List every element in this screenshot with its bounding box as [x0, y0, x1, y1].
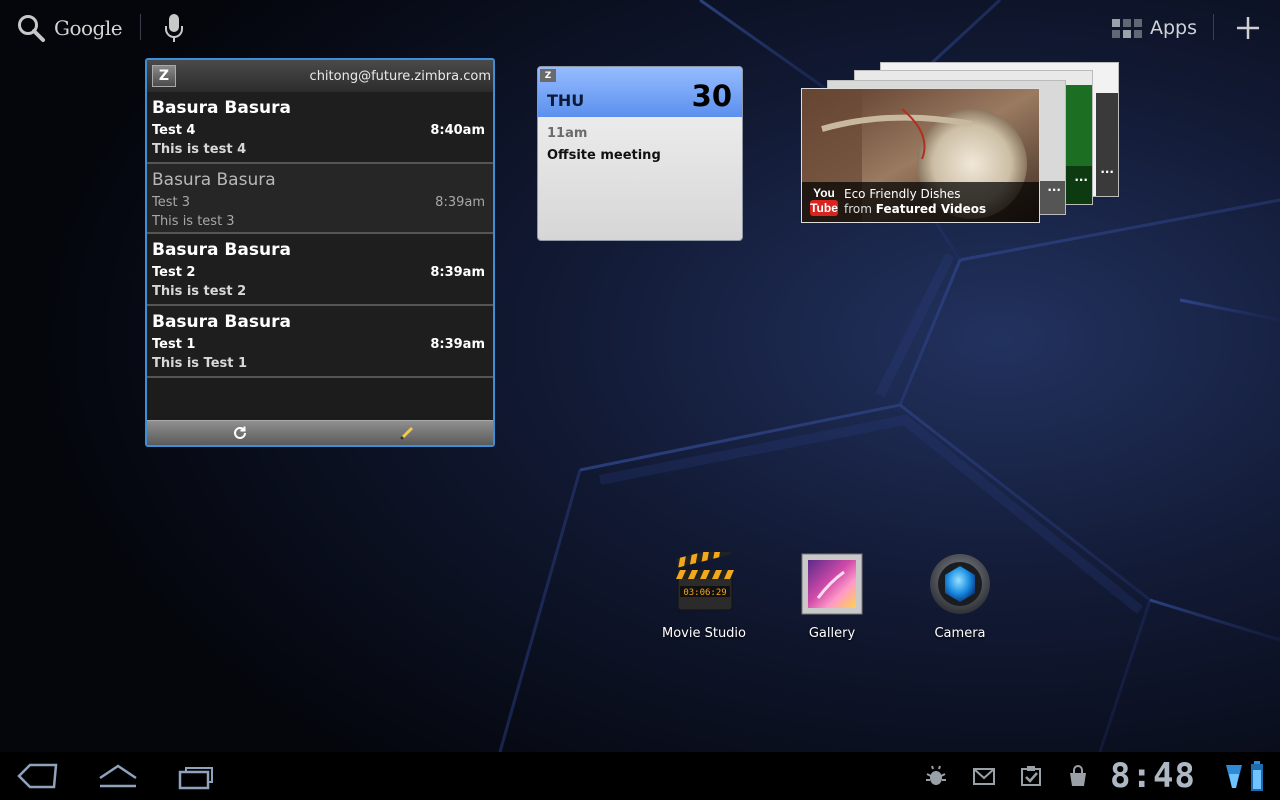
- shortcut-movie-studio[interactable]: 03:06:29 Movie Studio: [649, 545, 759, 642]
- mail-time: 8:39am: [435, 195, 485, 210]
- tasks-icon[interactable]: [1019, 764, 1043, 788]
- clock[interactable]: 8:48: [1110, 756, 1196, 796]
- mail-sender: Basura Basura: [152, 98, 291, 118]
- top-bar: Google Apps: [0, 0, 1280, 56]
- youtube-widget[interactable]: ... ... ... You Tube Eco Friendly Dishes…: [800, 62, 1122, 226]
- mail-widget-header: Z chitong@future.zimbra.com: [147, 60, 493, 92]
- camera-icon: [930, 554, 990, 614]
- mail-time: 8:39am: [430, 265, 485, 280]
- calendar-day: THU: [547, 91, 585, 110]
- zimbra-logo-icon: Z: [152, 65, 176, 87]
- event-time: 11am: [547, 126, 588, 141]
- market-icon[interactable]: [1066, 764, 1090, 788]
- event-title[interactable]: Offsite meeting: [547, 148, 661, 163]
- shortcut-camera[interactable]: Camera: [905, 552, 1015, 642]
- video-channel: Featured Videos: [875, 202, 987, 216]
- apps-grid-icon: [1112, 18, 1142, 38]
- youtube-logo-icon: You Tube: [810, 186, 838, 218]
- microphone-icon: [165, 14, 183, 42]
- voice-search-button[interactable]: [160, 10, 188, 46]
- google-search-label: Google: [54, 16, 123, 40]
- shortcut-label: Camera: [934, 626, 986, 641]
- mail-account: chitong@future.zimbra.com: [309, 68, 491, 84]
- apps-label: Apps: [1150, 17, 1198, 39]
- mail-subject: Test 1: [152, 337, 196, 352]
- gallery-icon: [801, 553, 863, 615]
- plus-icon: [1237, 17, 1259, 39]
- compose-pencil-icon[interactable]: [398, 424, 416, 442]
- mail-item[interactable]: Basura Basura Test 1 8:39am This is Test…: [147, 306, 493, 378]
- video-title: Eco Friendly Dishes: [844, 187, 961, 201]
- mail-sender: Basura Basura: [152, 312, 291, 332]
- calendar-date: 30: [691, 79, 732, 113]
- zimbra-logo-icon: Z: [540, 69, 556, 82]
- mail-preview: This is test 2: [152, 284, 247, 299]
- wifi-icon[interactable]: [1224, 762, 1244, 790]
- apps-button[interactable]: Apps: [1112, 12, 1197, 44]
- youtube-logo-you: You: [813, 186, 835, 200]
- zimbra-mail-widget[interactable]: Z chitong@future.zimbra.com Basura Basur…: [145, 58, 495, 447]
- refresh-icon[interactable]: [231, 424, 249, 442]
- video-source-prefix: from: [844, 202, 872, 216]
- shortcut-gallery[interactable]: Gallery: [777, 552, 887, 642]
- divider: [1213, 14, 1214, 40]
- mail-subject: Test 2: [152, 265, 196, 280]
- mail-item[interactable]: Basura Basura Test 2 8:39am This is test…: [147, 234, 493, 306]
- mail-preview: This is Test 1: [152, 356, 248, 371]
- video-card-front[interactable]: You Tube Eco Friendly Dishes from Featur…: [801, 88, 1040, 223]
- shortcut-label: Movie Studio: [661, 626, 746, 641]
- debug-icon[interactable]: [924, 764, 948, 788]
- mail-sender: Basura Basura: [152, 240, 291, 260]
- mail-time: 8:40am: [430, 123, 485, 138]
- recent-apps-button[interactable]: [176, 760, 220, 792]
- mail-item[interactable]: Basura Basura Test 4 8:40am This is test…: [147, 92, 493, 164]
- video-title-ellipsis: ...: [1100, 162, 1114, 176]
- mail-list-empty-area: [147, 378, 493, 419]
- gmail-icon[interactable]: [972, 764, 996, 788]
- add-widget-button[interactable]: [1232, 12, 1264, 44]
- home-button[interactable]: [96, 760, 140, 792]
- battery-icon[interactable]: [1250, 760, 1264, 792]
- mail-time: 8:39am: [430, 337, 485, 352]
- mail-subject: Test 3: [152, 195, 191, 210]
- google-search-button[interactable]: Google: [16, 12, 123, 44]
- youtube-logo-tube: Tube: [810, 200, 838, 216]
- search-icon: [18, 15, 45, 42]
- video-title-ellipsis: ...: [1047, 180, 1061, 194]
- system-bar: 8:48: [0, 752, 1280, 800]
- mail-subject: Test 4: [152, 123, 196, 138]
- mail-sender: Basura Basura: [152, 170, 276, 190]
- calendar-header: Z THU 30: [538, 67, 742, 117]
- video-source: from Featured Videos: [844, 202, 986, 217]
- mail-item[interactable]: Basura Basura Test 3 8:39am This is test…: [147, 164, 493, 234]
- movie-studio-icon: 03:06:29: [676, 545, 734, 611]
- shortcut-label: Gallery: [808, 626, 856, 641]
- clapper-timecode: 03:06:29: [683, 588, 726, 598]
- video-title-ellipsis: ...: [1074, 170, 1088, 184]
- mail-widget-toolbar: [147, 420, 493, 445]
- back-button[interactable]: [16, 760, 60, 792]
- mail-preview: This is test 4: [152, 142, 247, 157]
- calendar-widget[interactable]: Z THU 30 11am Offsite meeting: [537, 66, 743, 241]
- mail-preview: This is test 3: [152, 214, 235, 229]
- video-caption: You Tube Eco Friendly Dishes from Featur…: [802, 182, 1039, 222]
- divider: [140, 14, 141, 40]
